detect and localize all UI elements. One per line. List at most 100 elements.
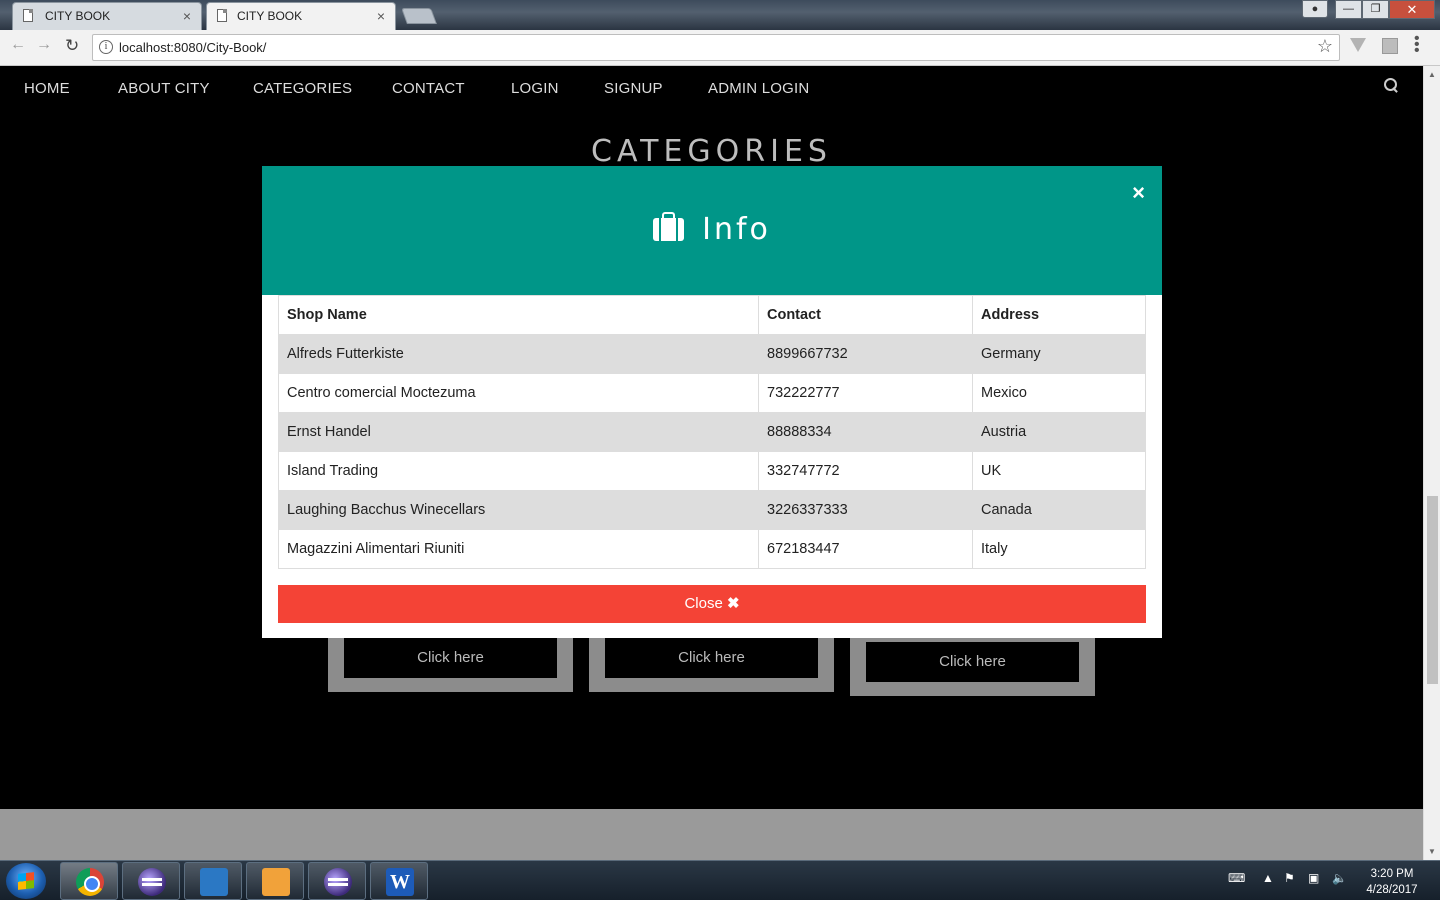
tab-close-icon[interactable]: × <box>183 3 191 29</box>
address-cell: Austria <box>972 412 1146 452</box>
browser-tab-active[interactable]: CITY BOOK × <box>206 2 396 30</box>
contact-cell: 8899667732 <box>758 334 973 374</box>
table-row: Ernst Handel 88888334 Austria <box>278 412 1146 452</box>
address-cell: Canada <box>972 490 1146 530</box>
windows-taskbar: W ⌨ ▲ ⚑ ▣ 🔈 3:20 PM 4/28/2017 <box>0 860 1440 900</box>
shop-name-cell: Centro comercial Moctezuma <box>278 373 759 413</box>
contact-cell: 672183447 <box>758 529 973 569</box>
taskbar-lync[interactable] <box>184 862 242 900</box>
column-header-shop-name: Shop Name <box>278 295 759 335</box>
column-header-address: Address <box>972 295 1146 335</box>
page-footer <box>0 809 1423 860</box>
scroll-down-arrow-icon[interactable]: ▼ <box>1428 847 1436 856</box>
minimize-button[interactable]: — <box>1335 0 1362 19</box>
nav-signup[interactable]: SIGNUP <box>604 80 663 97</box>
table-row: Centro comercial Moctezuma 732222777 Mex… <box>278 373 1146 413</box>
contact-cell: 3226337333 <box>758 490 973 530</box>
address-cell: Germany <box>972 334 1146 374</box>
shop-name-cell: Laughing Bacchus Winecellars <box>278 490 759 530</box>
action-center-flag-icon[interactable]: ⚑ <box>1284 871 1295 885</box>
extension-square-icon[interactable] <box>1382 38 1398 54</box>
window-close-button[interactable]: ✕ <box>1389 0 1435 19</box>
info-modal: Info × Shop Name Contact Address Alfreds… <box>262 166 1162 638</box>
modal-title: Info <box>262 212 1162 247</box>
table-row: Magazzini Alimentari Riuniti 672183447 I… <box>278 529 1146 569</box>
taskbar-outlook[interactable] <box>246 862 304 900</box>
column-header-contact: Contact <box>758 295 973 335</box>
contact-cell: 332747772 <box>758 451 973 491</box>
table-row: Alfreds Futterkiste 8899667732 Germany <box>278 334 1146 374</box>
taskbar-eclipse-2[interactable] <box>308 862 366 900</box>
scrollbar-thumb[interactable] <box>1427 496 1438 684</box>
back-arrow-icon[interactable]: ← <box>10 36 26 54</box>
contact-cell: 732222777 <box>758 373 973 413</box>
chrome-icon <box>76 868 104 896</box>
clock-time: 3:20 PM <box>1370 868 1414 880</box>
click-here-button[interactable]: Click here <box>866 642 1079 682</box>
table-header-row: Shop Name Contact Address <box>278 295 1146 335</box>
tab-title: CITY BOOK <box>45 9 111 23</box>
address-cell: Mexico <box>972 373 1146 413</box>
volume-icon[interactable]: 🔈 <box>1332 871 1347 885</box>
shop-name-cell: Ernst Handel <box>278 412 759 452</box>
eclipse-icon <box>324 868 352 896</box>
contact-cell: 88888334 <box>758 412 973 452</box>
tab-title: CITY BOOK <box>237 9 303 23</box>
url-text[interactable]: localhost:8080/City-Book/ <box>119 40 266 55</box>
browser-toolbar: ← → ↻ i localhost:8080/City-Book/ ☆ • • • <box>0 30 1440 66</box>
page-scrollbar[interactable]: ▲ ▼ <box>1423 66 1440 860</box>
bookmark-star-icon[interactable]: ☆ <box>1317 36 1333 57</box>
modal-close-icon[interactable]: × <box>1132 180 1145 206</box>
shop-name-cell: Magazzini Alimentari Riuniti <box>278 529 759 569</box>
modal-title-text: Info <box>702 212 771 247</box>
nav-categories[interactable]: CATEGORIES <box>253 80 352 97</box>
nav-contact[interactable]: CONTACT <box>392 80 465 97</box>
table-row: Laughing Bacchus Winecellars 3226337333 … <box>278 490 1146 530</box>
document-icon <box>23 9 33 22</box>
shops-table: Shop Name Contact Address Alfreds Futter… <box>278 295 1146 569</box>
show-hidden-icons-icon[interactable]: ▲ <box>1262 871 1274 885</box>
new-tab-button[interactable] <box>401 8 437 24</box>
address-cell: Italy <box>972 529 1146 569</box>
keyboard-icon[interactable]: ⌨ <box>1228 871 1245 885</box>
reload-icon[interactable]: ↻ <box>65 36 79 56</box>
window-controls: — ❐ ✕ <box>1335 0 1435 20</box>
search-icon[interactable] <box>1384 78 1398 92</box>
nav-login[interactable]: LOGIN <box>511 80 559 97</box>
profile-icon[interactable]: ● <box>1302 0 1328 18</box>
extension-funnel-icon[interactable] <box>1350 38 1366 52</box>
nav-home[interactable]: HOME <box>24 80 70 97</box>
taskbar-eclipse[interactable] <box>122 862 180 900</box>
briefcase-icon <box>653 212 685 241</box>
address-bar[interactable]: i localhost:8080/City-Book/ ☆ <box>92 34 1340 61</box>
info-icon[interactable]: i <box>99 40 113 54</box>
system-clock[interactable]: 3:20 PM 4/28/2017 <box>1352 866 1432 898</box>
start-button[interactable] <box>6 863 46 899</box>
restore-button[interactable]: ❐ <box>1362 0 1389 19</box>
browser-tab[interactable]: CITY BOOK × <box>12 2 202 30</box>
tab-close-icon[interactable]: × <box>377 3 385 29</box>
network-icon[interactable]: ▣ <box>1308 871 1319 885</box>
browser-menu-icon[interactable]: • • • <box>1414 31 1420 59</box>
nav-admin-login[interactable]: ADMIN LOGIN <box>708 80 809 97</box>
close-button-label: Close <box>684 595 723 612</box>
shop-name-cell: Island Trading <box>278 451 759 491</box>
taskbar-word[interactable]: W <box>370 862 428 900</box>
document-icon <box>217 9 227 22</box>
modal-header: Info × <box>262 166 1162 295</box>
shop-name-cell: Alfreds Futterkiste <box>278 334 759 374</box>
nav-about-city[interactable]: ABOUT CITY <box>118 80 210 97</box>
address-cell: UK <box>972 451 1146 491</box>
click-here-button[interactable]: Click here <box>344 638 557 678</box>
close-x-icon: ✖ <box>726 595 740 612</box>
browser-tab-strip: CITY BOOK × CITY BOOK × ● — ❐ ✕ <box>0 0 1440 30</box>
eclipse-icon <box>138 868 166 896</box>
outlook-icon <box>262 868 290 896</box>
table-row: Island Trading 332747772 UK <box>278 451 1146 491</box>
word-icon: W <box>386 868 414 896</box>
forward-arrow-icon[interactable]: → <box>36 36 52 54</box>
taskbar-chrome[interactable] <box>60 862 118 900</box>
scroll-up-arrow-icon[interactable]: ▲ <box>1428 70 1436 79</box>
click-here-button[interactable]: Click here <box>605 638 818 678</box>
close-button[interactable]: Close ✖ <box>278 585 1146 623</box>
